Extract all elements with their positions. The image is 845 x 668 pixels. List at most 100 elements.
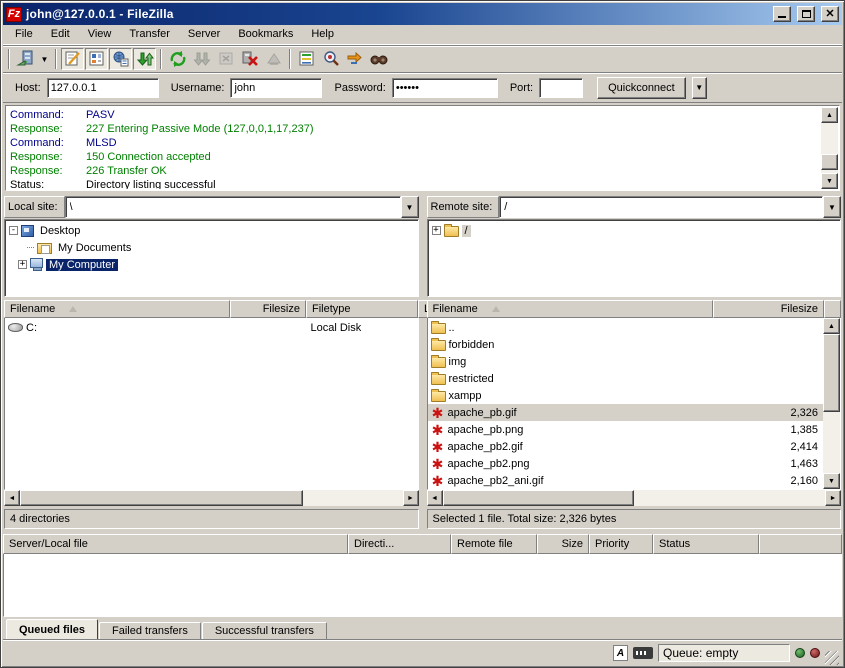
menu-transfer[interactable]: Transfer	[120, 26, 179, 43]
remote-file-row[interactable]: xampp	[428, 387, 824, 404]
scroll-left-arrow[interactable]: ◄	[4, 490, 20, 506]
column-filename[interactable]: Filename	[4, 300, 230, 318]
queue-list[interactable]	[3, 554, 842, 617]
maximize-button[interactable]	[797, 6, 815, 22]
remote-file-row[interactable]: apache_pb.png1,385	[428, 421, 824, 438]
local-site-dropdown[interactable]: ▼	[401, 196, 419, 218]
host-input[interactable]	[47, 78, 159, 98]
scroll-up-arrow[interactable]: ▲	[823, 318, 840, 334]
scroll-down-arrow[interactable]: ▼	[823, 473, 840, 489]
resize-grip[interactable]	[825, 651, 839, 665]
site-manager-button[interactable]	[14, 48, 37, 70]
toolbar-separator	[160, 49, 162, 69]
title-bar[interactable]: Fz john@127.0.0.1 - FileZilla ✕	[3, 3, 842, 25]
remote-file-row[interactable]: apache_pb2.gif2,414	[428, 438, 824, 455]
tab-failed-transfers[interactable]: Failed transfers	[99, 622, 201, 640]
collapse-icon[interactable]: -	[9, 226, 18, 235]
column-filename[interactable]: Filename	[427, 300, 713, 318]
remote-site-dropdown[interactable]: ▼	[823, 196, 841, 218]
scrollbar-thumb[interactable]	[823, 334, 840, 412]
remote-file-row[interactable]: restricted	[428, 370, 824, 387]
remote-list-header: Filename Filesize	[427, 300, 842, 318]
tree-item-my-documents[interactable]: My Documents	[6, 239, 417, 256]
remote-file-row[interactable]: forbidden	[428, 336, 824, 353]
local-horizontal-scrollbar[interactable]: ◄ ►	[4, 490, 419, 506]
refresh-button[interactable]	[166, 48, 189, 70]
column-filetype[interactable]: Filetype	[306, 300, 418, 318]
scrollbar-thumb[interactable]	[443, 490, 634, 506]
column-status[interactable]: Status	[653, 534, 759, 554]
menu-help[interactable]: Help	[302, 26, 343, 43]
tab-successful-transfers[interactable]: Successful transfers	[202, 622, 327, 640]
tree-item-my-computer[interactable]: + My Computer	[6, 256, 417, 273]
column-size[interactable]: Size	[537, 534, 589, 554]
filter-button[interactable]	[295, 48, 318, 70]
tab-queued-files[interactable]: Queued files	[6, 619, 98, 640]
scroll-left-arrow[interactable]: ◄	[427, 490, 443, 506]
toggle-queue-button[interactable]	[133, 48, 156, 70]
remote-file-row[interactable]: apache_pb2.png1,463	[428, 455, 824, 472]
toggle-log-button[interactable]	[61, 48, 84, 70]
local-site-combo[interactable]: ▼	[65, 196, 419, 218]
username-input[interactable]	[230, 78, 322, 98]
local-status-bar: 4 directories	[4, 509, 419, 529]
local-file-row[interactable]: C: Local Disk	[5, 319, 418, 336]
column-direction[interactable]: Directi...	[348, 534, 451, 554]
column-priority[interactable]: Priority	[589, 534, 653, 554]
expand-icon[interactable]: +	[432, 226, 441, 235]
log-line: Command:PASV	[10, 108, 821, 122]
remote-file-row-selected[interactable]: apache_pb.gif2,326	[428, 404, 824, 421]
speed-limit-icon[interactable]	[633, 647, 653, 659]
toggle-local-tree-button[interactable]	[85, 48, 108, 70]
column-filesize[interactable]: Filesize	[230, 300, 306, 318]
column-remote-file[interactable]: Remote file	[451, 534, 537, 554]
site-manager-dropdown[interactable]: ▼	[38, 48, 51, 70]
compare-button[interactable]	[319, 48, 342, 70]
toggle-remote-tree-button[interactable]	[109, 48, 132, 70]
scroll-right-arrow[interactable]: ►	[825, 490, 841, 506]
log-line: Response:150 Connection accepted	[10, 150, 821, 164]
toolbar-separator	[55, 49, 57, 69]
tree-item-root[interactable]: + /	[429, 222, 840, 239]
remote-vertical-scrollbar[interactable]: ▲ ▼	[823, 318, 840, 489]
port-input[interactable]	[539, 78, 583, 98]
scroll-up-arrow[interactable]: ▲	[821, 107, 838, 123]
scrollbar-thumb[interactable]	[821, 154, 838, 170]
password-input[interactable]	[392, 78, 498, 98]
tree-item-desktop[interactable]: - Desktop	[6, 222, 417, 239]
reconnect-button[interactable]	[262, 48, 285, 70]
remote-site-combo[interactable]: ▼	[499, 196, 841, 218]
cancel-button[interactable]	[214, 48, 237, 70]
remote-horizontal-scrollbar[interactable]: ◄ ►	[427, 490, 842, 506]
menu-bookmarks[interactable]: Bookmarks	[229, 26, 302, 43]
recv-indicator-led	[795, 648, 805, 658]
remote-file-row[interactable]: apache_pb2_ani.gif2,160	[428, 472, 824, 489]
local-disk-icon	[8, 323, 23, 332]
column-filesize[interactable]: Filesize	[713, 300, 825, 318]
quickconnect-dropdown[interactable]: ▼	[692, 77, 707, 99]
process-queue-button[interactable]	[190, 48, 213, 70]
refresh-icon	[168, 49, 188, 69]
menu-edit[interactable]: Edit	[42, 26, 79, 43]
window-title: john@127.0.0.1 - FileZilla	[26, 7, 767, 21]
minimize-button[interactable]	[773, 6, 791, 22]
expand-icon[interactable]: +	[18, 260, 27, 269]
log-scrollbar[interactable]: ▲ ▼	[821, 107, 838, 189]
remote-file-row[interactable]: ..	[428, 319, 824, 336]
remote-site-input[interactable]	[499, 196, 823, 218]
scroll-right-arrow[interactable]: ►	[403, 490, 419, 506]
scroll-down-arrow[interactable]: ▼	[821, 173, 838, 189]
column-server-local-file[interactable]: Server/Local file	[3, 534, 348, 554]
menu-file[interactable]: File	[6, 26, 42, 43]
remote-file-row[interactable]: img	[428, 353, 824, 370]
local-site-input[interactable]	[65, 196, 401, 218]
menu-server[interactable]: Server	[179, 26, 229, 43]
disconnect-button[interactable]	[238, 48, 261, 70]
scrollbar-thumb[interactable]	[20, 490, 303, 506]
transfer-queue: Server/Local file Directi... Remote file…	[3, 534, 842, 617]
menu-view[interactable]: View	[79, 26, 121, 43]
close-button[interactable]: ✕	[821, 6, 839, 22]
sync-browsing-button[interactable]	[343, 48, 366, 70]
quickconnect-button[interactable]: Quickconnect	[597, 77, 686, 99]
find-files-button[interactable]	[367, 48, 390, 70]
